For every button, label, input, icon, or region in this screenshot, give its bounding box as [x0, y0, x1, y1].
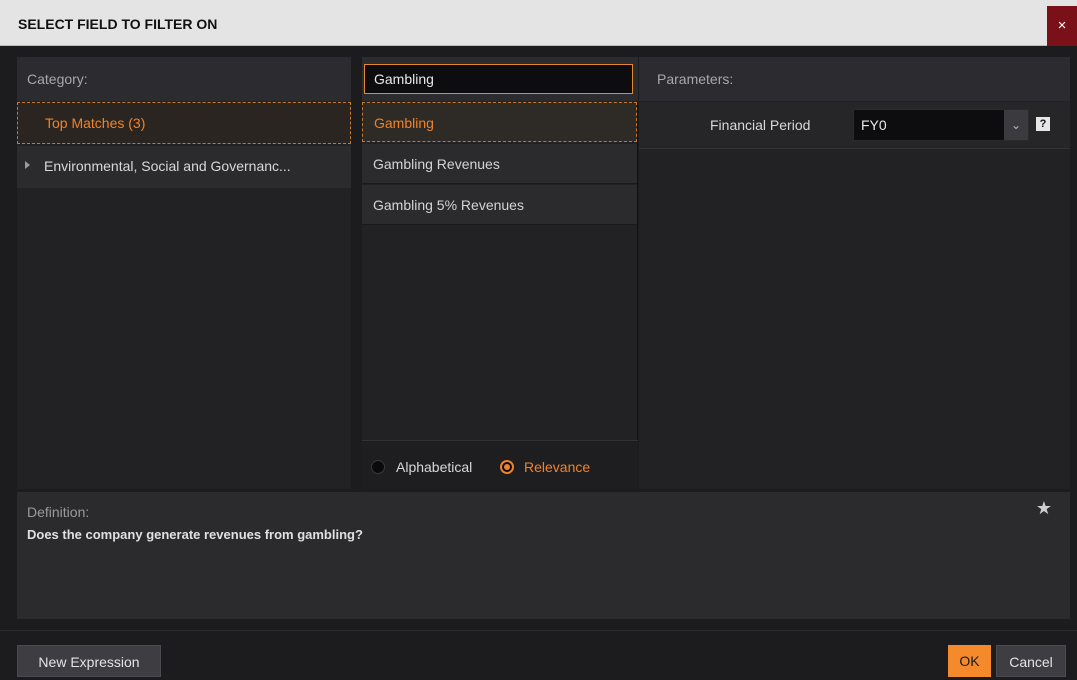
- financial-period-select[interactable]: FY0 ⌄: [853, 109, 1029, 141]
- financial-period-row: Financial Period FY0 ⌄ ?: [639, 102, 1070, 149]
- expand-arrow-icon[interactable]: [25, 161, 30, 169]
- relevance-label[interactable]: Relevance: [524, 459, 590, 475]
- definition-panel: Definition: Does the company generate re…: [17, 492, 1070, 619]
- relevance-radio[interactable]: [500, 460, 514, 474]
- new-expression-button[interactable]: New Expression: [17, 645, 161, 677]
- category-item-label: Environmental, Social and Governanc...: [44, 158, 291, 174]
- dialog-title: SELECT FIELD TO FILTER ON: [18, 16, 218, 32]
- field-item-gambling-revenues[interactable]: Gambling Revenues: [362, 144, 637, 184]
- category-item-label: Top Matches (3): [45, 115, 146, 131]
- category-label: Category:: [27, 71, 88, 87]
- fields-panel: Gambling Gambling Revenues Gambling 5% R…: [362, 57, 638, 489]
- definition-title: Definition:: [27, 504, 90, 520]
- category-header: Category:: [17, 57, 351, 101]
- dialog-titlebar: SELECT FIELD TO FILTER ON ×: [0, 0, 1077, 46]
- parameters-header: Parameters:: [639, 57, 1070, 101]
- field-item-gambling-5-revenues[interactable]: Gambling 5% Revenues: [362, 185, 637, 225]
- field-item-label: Gambling 5% Revenues: [373, 197, 524, 213]
- favorite-star-icon[interactable]: ★: [1036, 498, 1052, 519]
- financial-period-label: Financial Period: [710, 117, 811, 133]
- close-button[interactable]: ×: [1047, 6, 1077, 46]
- chevron-down-icon[interactable]: ⌄: [1004, 110, 1028, 140]
- alphabetical-label[interactable]: Alphabetical: [396, 459, 472, 475]
- category-item-esg[interactable]: Environmental, Social and Governanc...: [17, 146, 351, 188]
- help-icon[interactable]: ?: [1036, 117, 1050, 131]
- fields-list: Gambling Gambling Revenues Gambling 5% R…: [362, 102, 638, 440]
- field-item-label: Gambling Revenues: [373, 156, 500, 172]
- parameters-panel: Parameters: Financial Period FY0 ⌄ ?: [639, 57, 1070, 489]
- parameters-label: Parameters:: [657, 71, 734, 87]
- cancel-button[interactable]: Cancel: [996, 645, 1066, 677]
- field-item-gambling[interactable]: Gambling: [362, 102, 637, 142]
- financial-period-value: FY0: [861, 117, 887, 133]
- field-item-label: Gambling: [374, 115, 434, 131]
- category-panel: Category: Top Matches (3) Environmental,…: [17, 57, 351, 489]
- category-item-top-matches[interactable]: Top Matches (3): [17, 102, 351, 144]
- fields-header: [362, 57, 638, 101]
- sort-options: Alphabetical Relevance: [362, 440, 638, 489]
- definition-text: Does the company generate revenues from …: [27, 527, 363, 542]
- search-input[interactable]: [364, 64, 633, 94]
- ok-button[interactable]: OK: [948, 645, 991, 677]
- dialog-footer: New Expression OK Cancel: [0, 630, 1077, 680]
- select-field-dialog: SELECT FIELD TO FILTER ON × Category: To…: [0, 0, 1077, 680]
- alphabetical-radio[interactable]: [371, 460, 385, 474]
